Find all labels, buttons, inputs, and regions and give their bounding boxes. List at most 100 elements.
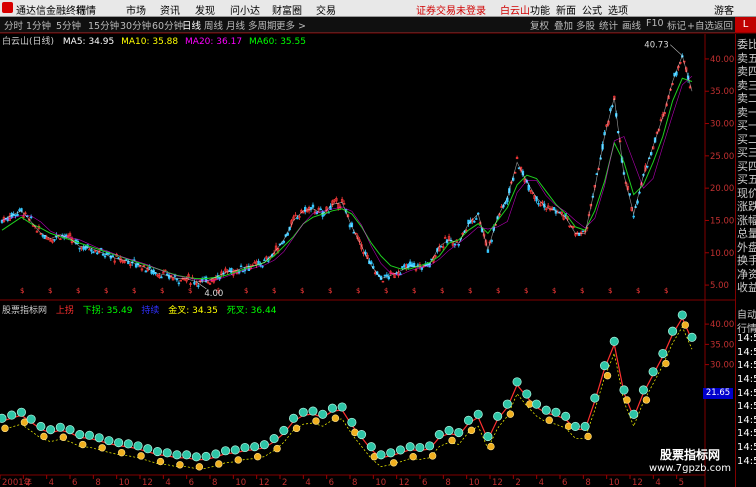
time-axis-label: 10 <box>609 478 620 487</box>
signal-coin-marker <box>551 407 561 417</box>
signal-coin-marker <box>133 441 143 451</box>
event-marker: $ <box>188 287 192 295</box>
candle-body <box>253 262 256 264</box>
signal-coin-marker <box>599 361 610 371</box>
signal-coin-marker <box>415 442 425 453</box>
side-tick-item: 14:50 <box>737 442 756 453</box>
signal-coin-marker <box>658 348 668 359</box>
signal-gold-marker <box>79 440 87 449</box>
candle-body <box>96 252 99 255</box>
signal-coin-marker <box>512 377 522 387</box>
candle-body <box>101 253 105 256</box>
signal-coin-marker <box>84 430 95 440</box>
event-marker: $ <box>608 287 612 295</box>
time-axis-label: 2 <box>515 478 520 487</box>
candle-body <box>177 282 181 285</box>
time-axis-label: 10 <box>235 478 246 487</box>
side-list-item[interactable]: 收益 <box>737 279 756 295</box>
event-marker: $ <box>580 287 584 295</box>
high-price-label: 40.73 <box>644 41 668 51</box>
event-marker: $ <box>496 287 500 295</box>
side-tick-item: 14:50 <box>737 387 756 399</box>
candle-body <box>490 240 494 242</box>
signal-coin-marker <box>211 449 221 459</box>
time-axis-label: 10 <box>469 478 480 487</box>
signal-coin-marker <box>0 413 7 423</box>
candle-body <box>296 217 299 220</box>
ma5-line <box>1 54 693 283</box>
signal-coin-marker <box>259 440 269 450</box>
signal-coin-marker <box>172 450 182 460</box>
signal-gold-marker <box>584 432 592 441</box>
event-marker: $ <box>132 287 136 295</box>
time-axis-label: 6 <box>422 478 427 487</box>
signal-coin-marker <box>26 414 36 424</box>
signal-coin-marker <box>502 399 512 409</box>
candle-body <box>197 285 200 287</box>
event-marker: $ <box>524 287 528 295</box>
signal-coin-marker <box>580 421 590 431</box>
signal-coin-marker <box>522 389 532 399</box>
candle-body <box>84 245 87 250</box>
signal-gold-marker <box>137 452 145 460</box>
time-axis-label: 4 <box>539 478 544 487</box>
candle-body <box>16 213 19 216</box>
signal-coin-marker <box>182 450 192 460</box>
signal-gold-marker <box>448 436 456 445</box>
event-marker: $ <box>440 287 444 295</box>
candle-body <box>144 270 148 273</box>
signal-coin-marker <box>395 445 406 455</box>
signal-coin-marker <box>366 442 376 452</box>
candle-body <box>581 230 585 233</box>
side-tick-item: 14:50 <box>737 374 756 385</box>
signal-coin-marker <box>376 450 386 460</box>
time-axis-label: 6 <box>189 478 194 487</box>
signal-coin-marker <box>609 336 619 346</box>
event-marker: $ <box>76 287 80 295</box>
event-marker: $ <box>160 287 164 295</box>
signal-gold-marker <box>234 456 242 464</box>
candle-body <box>263 259 266 262</box>
signal-gold-marker <box>390 459 398 467</box>
time-axis-label: 12 <box>259 478 270 487</box>
signal-coin-marker <box>16 407 26 417</box>
side-tick-item: 14:50 <box>737 401 756 413</box>
signal-coin-marker <box>220 446 231 456</box>
signal-gold-marker <box>662 359 670 368</box>
signal-gold-marker <box>273 444 281 453</box>
signal-gold-marker <box>545 416 553 424</box>
event-marker: $ <box>300 287 304 295</box>
signal-coin-marker <box>327 403 337 413</box>
signal-coin-marker <box>687 332 697 342</box>
signal-coin-marker <box>454 427 464 438</box>
candle-body <box>401 266 404 269</box>
event-marker: $ <box>636 287 640 295</box>
sub-tick-label: 30.00 <box>710 361 734 371</box>
time-axis-label: 4 <box>49 478 54 487</box>
signal-coin-marker <box>318 409 328 419</box>
signal-coin-marker <box>94 433 104 443</box>
signal-gold-marker <box>215 460 223 468</box>
signal-gold-marker <box>428 452 437 460</box>
kline-chart[interactable]: $ $ $ $ $ $ $ $ $ $ $ $ $ $ $ $ $ $ $ $ $ $ $ $ 40.0035.0030.00… <box>0 0 756 487</box>
signal-gold-marker <box>467 426 476 435</box>
signal-coin-marker <box>561 411 571 421</box>
signal-coin-marker <box>230 445 240 455</box>
candle-body <box>117 257 120 260</box>
signal-coin-marker <box>619 385 629 395</box>
time-axis-label: 8 <box>95 478 100 487</box>
candle-body <box>92 251 95 254</box>
price-tick-label: 30.00 <box>710 120 734 130</box>
signal-coin-marker <box>570 421 580 431</box>
candle-body <box>261 265 264 268</box>
candle-body <box>29 216 33 219</box>
candle-body <box>383 274 387 277</box>
signal-gold-marker <box>681 321 689 329</box>
signal-coin-marker <box>463 415 474 425</box>
signal-coin-marker <box>337 402 347 412</box>
signal-gold-marker <box>253 452 262 461</box>
signal-coin-marker <box>541 405 551 415</box>
signal-coin-marker <box>668 326 678 336</box>
time-axis-label: 12 <box>142 478 153 487</box>
signal-coin-marker <box>36 421 46 431</box>
